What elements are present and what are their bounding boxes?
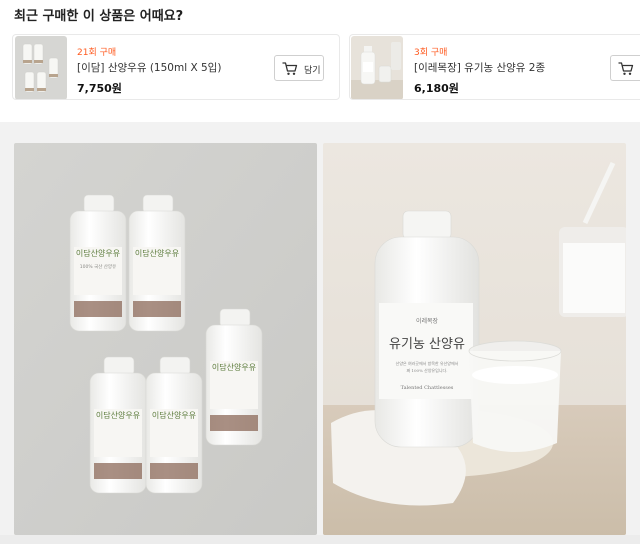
bottom-divider (0, 535, 640, 544)
product-name[interactable]: [이담] 산양우유 (150ml X 5입) (77, 60, 221, 75)
label-note-1: 산양은 여러곳에서 방목한 유산양에서 (396, 360, 459, 366)
label-title: 유기농 산양유 (389, 337, 465, 352)
product-thumbnail[interactable] (15, 36, 67, 99)
bottle-brand-label: 이담산양우유 (96, 410, 140, 420)
section-title: 최근 구매한 이 상품은 어때요? (14, 9, 184, 24)
product-price: 6,180원 (414, 82, 459, 95)
label-brand: 이레목장 (416, 317, 439, 325)
add-to-cart-button[interactable] (610, 55, 640, 81)
product-photo-organic[interactable]: 이레목장 유기농 산양유 산양은 여러곳에서 방목한 유산양에서 짜 100% … (323, 143, 626, 535)
milk-glass (468, 340, 562, 452)
purchase-count: 21회 구매 (77, 48, 117, 58)
purchase-count: 3회 구매 (414, 48, 448, 58)
product-price: 7,750원 (77, 82, 122, 95)
product-photo-bottles[interactable]: 이담산양우유 이담산양우유 이담산양우유 이담산양우유 이담산양우유 100% … (14, 143, 317, 535)
bottle-brand-label: 이담산양우유 (135, 248, 179, 258)
goat-milk-bottle: 이담산양우유 (128, 194, 186, 332)
label-note-2: 짜 100% 산양유입니다. (406, 367, 447, 373)
add-to-cart-button[interactable]: 담기 (274, 55, 324, 81)
goat-milk-bottle: 이담산양우유 (89, 356, 147, 494)
cart-icon (282, 62, 298, 75)
bottle-subtitle: 100% 국산 산양유 (80, 263, 116, 270)
goat-milk-bottle: 이담산양우유 (69, 194, 127, 332)
bottle-brand-label: 이담산양우유 (152, 410, 196, 420)
recent-purchase-section: 최근 구매한 이 상품은 어때요? 21회 구매 [이담] 산양우유 (150m… (0, 0, 640, 122)
organic-goat-milk-bottle: 이레목장 유기농 산양유 산양은 여러곳에서 방목한 유산양에서 짜 100% … (374, 210, 480, 448)
goat-milk-bottle: 이담산양우유 (205, 308, 263, 446)
cart-icon (618, 62, 634, 75)
goat-milk-bottle: 이담산양우유 (145, 356, 203, 494)
product-name[interactable]: [이레목장] 유기농 산양유 2종 (414, 60, 545, 75)
label-english: Talented Chattlesses (401, 385, 454, 391)
recommendation-card[interactable]: 3회 구매 [이레목장] 유기농 산양유 2종 6,180원 (349, 34, 640, 100)
bottle-brand-label: 이담산양우유 (76, 248, 120, 258)
add-to-cart-label: 담기 (304, 66, 321, 76)
product-thumbnail[interactable] (351, 36, 403, 99)
bottle-brand-label: 이담산양우유 (212, 362, 256, 372)
recommendation-card[interactable]: 21회 구매 [이담] 산양우유 (150ml X 5입) 7,750원 담기 (12, 34, 340, 100)
